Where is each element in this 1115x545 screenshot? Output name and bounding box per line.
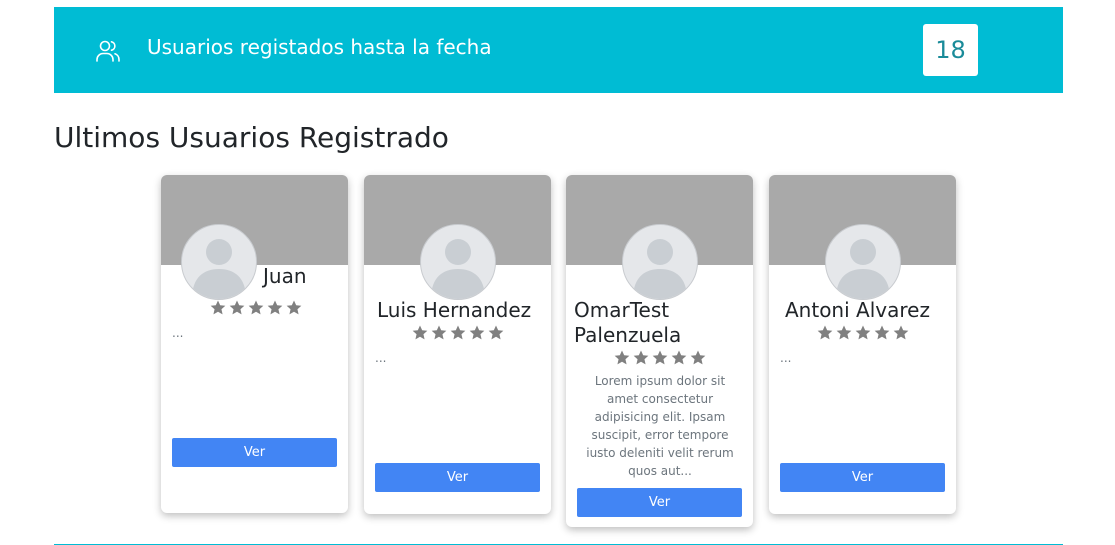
star-icon — [652, 350, 668, 365]
star-icon — [469, 325, 485, 340]
view-user-button[interactable]: Ver — [375, 463, 540, 492]
star-icon — [893, 325, 909, 340]
user-description: ... — [780, 351, 792, 365]
star-icon — [614, 350, 630, 365]
avatar — [825, 224, 901, 300]
user-description: Lorem ipsum dolor sit amet consectetur a… — [586, 374, 734, 478]
users-icon — [95, 38, 121, 64]
avatar — [181, 224, 257, 300]
user-description: ... — [375, 351, 387, 365]
user-name: Luis Hernandez — [377, 298, 532, 322]
user-name: Juan — [263, 264, 307, 288]
star-icon — [690, 350, 706, 365]
star-icon — [671, 350, 687, 365]
rating-stars — [411, 324, 505, 344]
user-count-badge: 18 — [923, 24, 978, 76]
rating-stars — [209, 299, 303, 319]
user-card: Juan ... Ver — [161, 175, 348, 513]
star-icon — [817, 325, 833, 340]
user-description: ... — [172, 326, 184, 340]
view-user-button[interactable]: Ver — [780, 463, 945, 492]
rating-stars — [613, 349, 707, 369]
rating-stars — [816, 324, 910, 344]
star-icon — [431, 325, 447, 340]
star-icon — [488, 325, 504, 340]
user-card: Luis Hernandez ... Ver — [364, 175, 551, 514]
star-icon — [412, 325, 428, 340]
banner-title: Usuarios registados hasta la fecha — [147, 35, 492, 59]
view-user-button[interactable]: Ver — [577, 488, 742, 517]
star-icon — [286, 300, 302, 315]
avatar — [420, 224, 496, 300]
user-card: OmarTest Palenzuela Lorem ipsum dolor si… — [566, 175, 753, 527]
star-icon — [450, 325, 466, 340]
section-title: Ultimos Usuarios Registrado — [54, 121, 449, 154]
star-icon — [836, 325, 852, 340]
star-icon — [633, 350, 649, 365]
user-name: Antoni Alvarez — [785, 298, 930, 322]
view-user-button[interactable]: Ver — [172, 438, 337, 467]
star-icon — [248, 300, 264, 315]
users-count-banner: Usuarios registados hasta la fecha 18 — [54, 7, 1063, 93]
user-name: OmarTest Palenzuela — [574, 298, 682, 347]
user-card: Antoni Alvarez ... Ver — [769, 175, 956, 514]
star-icon — [855, 325, 871, 340]
avatar — [622, 224, 698, 300]
star-icon — [210, 300, 226, 315]
star-icon — [874, 325, 890, 340]
star-icon — [229, 300, 245, 315]
star-icon — [267, 300, 283, 315]
